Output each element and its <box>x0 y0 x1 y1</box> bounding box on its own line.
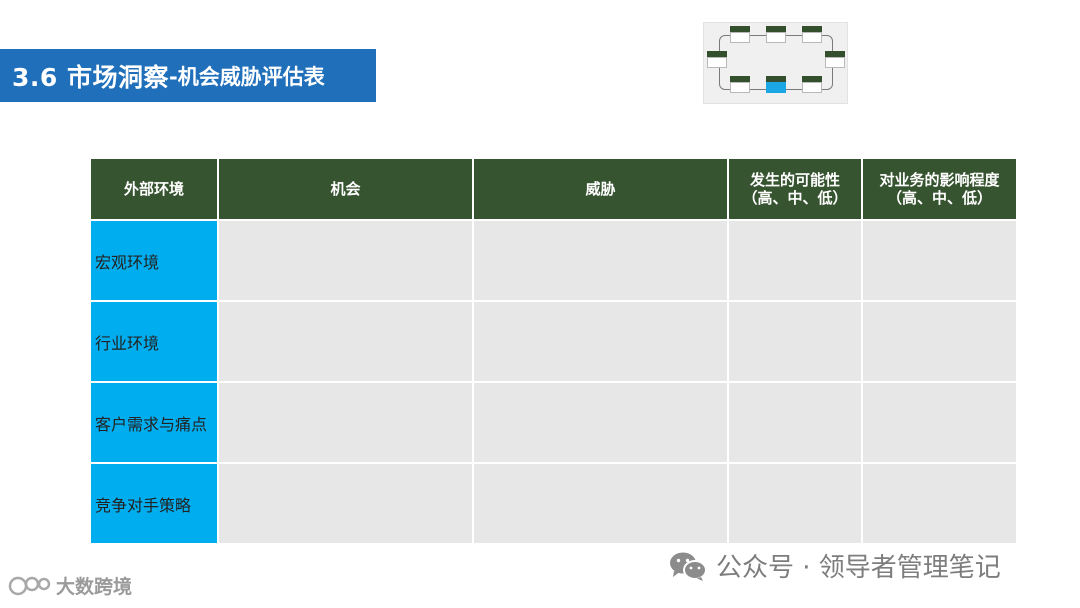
header-likelihood: 发生的可能性（高、中、低） <box>727 157 863 221</box>
header-threat: 威胁 <box>472 157 729 221</box>
title-main: 3.6 市场洞察 <box>12 62 169 92</box>
table-row: 行业环境 <box>89 300 1018 383</box>
table-cell <box>861 300 1018 383</box>
row-label: 宏观环境 <box>89 219 219 302</box>
table-cell <box>727 462 863 545</box>
table-cell <box>727 300 863 383</box>
row-label: 竞争对手策略 <box>89 462 219 545</box>
table-cell <box>217 300 474 383</box>
opportunity-threat-table: 外部环境 机会 威胁 发生的可能性（高、中、低） 对业务的影响程度（高、中、低）… <box>89 157 1018 545</box>
table-cell <box>472 381 729 464</box>
table-row: 宏观环境 <box>89 219 1018 302</box>
watermark-text: 公众号 · 领导者管理笔记 <box>716 553 1001 583</box>
wechat-watermark: 公众号 · 领导者管理笔记 <box>668 547 1001 584</box>
flow-node <box>766 26 786 43</box>
table-cell <box>727 219 863 302</box>
flow-node <box>730 26 750 43</box>
brand-logo: 大数跨境 <box>8 572 132 599</box>
table-cell <box>861 462 1018 545</box>
header-business-impact: 对业务的影响程度（高、中、低） <box>861 157 1018 221</box>
table-cell <box>217 462 474 545</box>
flow-node-current <box>766 76 786 93</box>
table-cell <box>217 219 474 302</box>
table-cell <box>727 381 863 464</box>
brand-logo-icon <box>8 576 51 595</box>
table-cell <box>472 219 729 302</box>
table-header-row: 外部环境 机会 威胁 发生的可能性（高、中、低） 对业务的影响程度（高、中、低） <box>89 157 1018 221</box>
flow-node <box>730 76 750 93</box>
flow-node <box>802 76 822 93</box>
row-label: 行业环境 <box>89 300 219 383</box>
slide-title: 3.6 市场洞察 -机会威胁评估表 <box>0 49 376 102</box>
flow-node <box>825 51 845 68</box>
header-opportunity: 机会 <box>217 157 474 221</box>
process-flow-thumbnail <box>703 22 848 104</box>
table-row: 竞争对手策略 <box>89 462 1018 545</box>
table-cell <box>861 381 1018 464</box>
flow-node <box>802 26 822 43</box>
brand-text: 大数跨境 <box>56 576 133 598</box>
table-cell <box>217 381 474 464</box>
table-cell <box>472 300 729 383</box>
wechat-icon <box>670 552 707 581</box>
title-subtitle: -机会威胁评估表 <box>169 64 325 89</box>
table-row: 客户需求与痛点 <box>89 381 1018 464</box>
table-cell <box>861 219 1018 302</box>
header-external-environment: 外部环境 <box>89 157 219 221</box>
row-label: 客户需求与痛点 <box>89 381 219 464</box>
table-cell <box>472 462 729 545</box>
flow-node <box>707 51 727 68</box>
